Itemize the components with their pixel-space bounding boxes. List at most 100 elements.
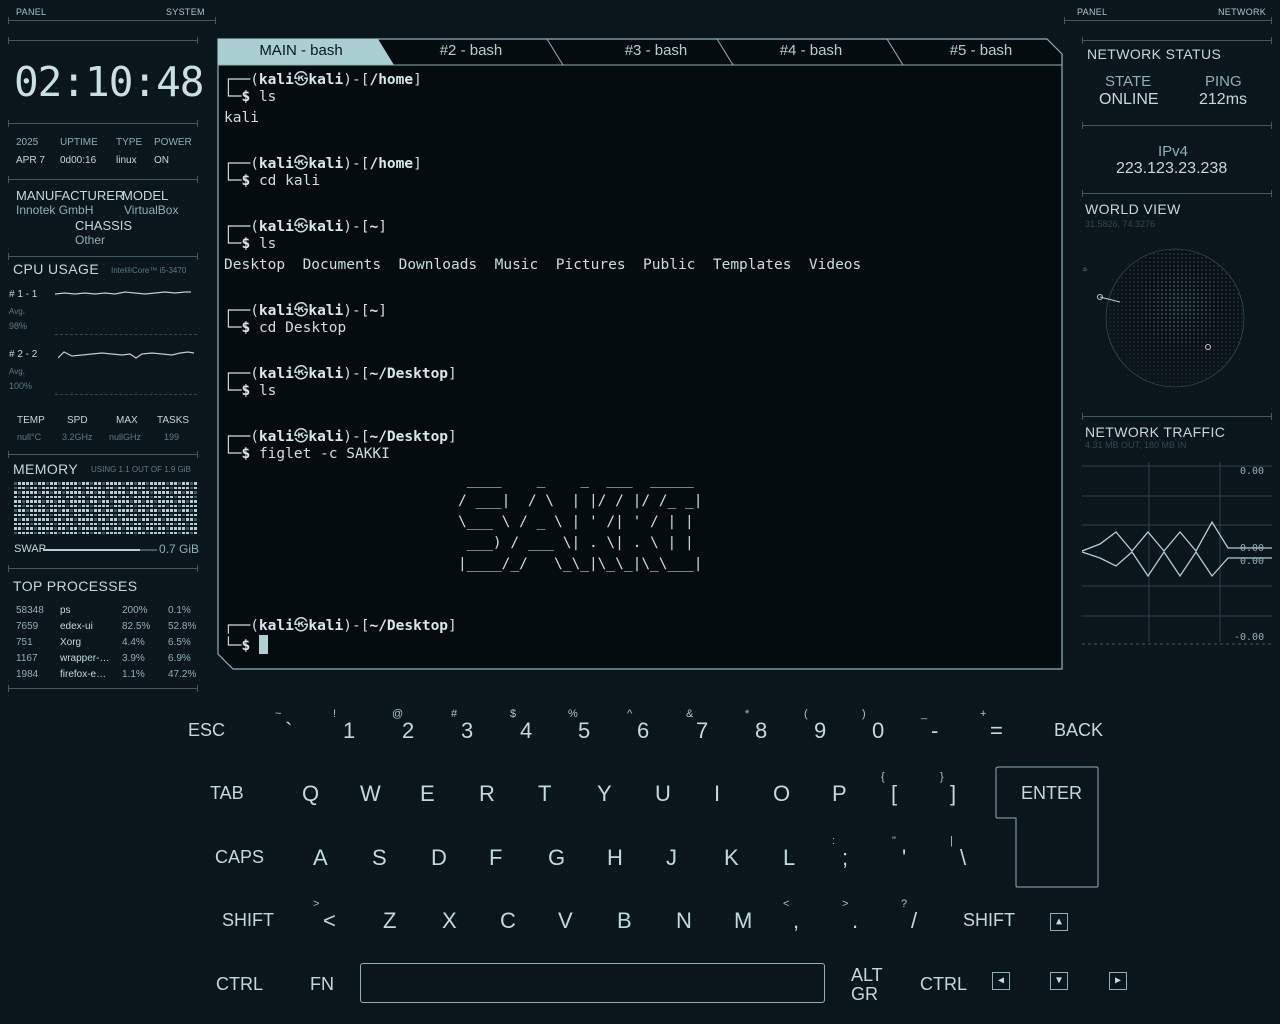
key-arrow-right[interactable]: ▶: [1109, 972, 1127, 990]
key-u[interactable]: U: [655, 781, 671, 807]
key-4[interactable]: $4: [510, 708, 532, 744]
key-backslash[interactable]: | \: [950, 835, 966, 871]
stat-temp: null°C: [17, 432, 42, 442]
key-alt-label: #: [451, 708, 458, 720]
key-caps[interactable]: CAPS: [215, 847, 264, 868]
key-label: 6: [637, 718, 650, 743]
key-m[interactable]: M: [734, 908, 752, 934]
cpu-graph-1: [55, 291, 191, 295]
key-5[interactable]: % 5: [568, 708, 590, 744]
tab-5[interactable]: #5 - bash: [910, 38, 1052, 64]
key-a[interactable]: A: [313, 845, 328, 871]
key-label: SHIFT: [963, 910, 1015, 930]
key-9[interactable]: (9: [804, 708, 826, 744]
divider: [8, 120, 198, 127]
key-ctrl-right[interactable]: CTRL: [920, 974, 967, 995]
key-7[interactable]: & 7: [686, 708, 708, 744]
key-lt[interactable]: > <: [313, 898, 336, 934]
swap-value: 0.7 GiB: [159, 542, 200, 556]
key-ctrl-left[interactable]: CTRL: [216, 974, 263, 995]
key-1[interactable]: ! 1: [333, 708, 355, 744]
key-2[interactable]: @2: [392, 708, 414, 744]
key-z[interactable]: Z: [383, 908, 396, 934]
tab-2[interactable]: #2 - bash: [400, 38, 542, 64]
key-y[interactable]: Y: [597, 781, 612, 807]
hw-label-manufacturer: MANUFACTURER: [16, 188, 125, 203]
process-name: wrapper-…: [60, 653, 110, 664]
info-type: linux: [116, 155, 137, 166]
cpu-avg-value: 100%: [9, 381, 33, 391]
traffic-summary: 4.31 MB OUT, 180 MB IN: [1085, 440, 1187, 450]
key-0[interactable]: ) 0: [862, 708, 884, 744]
key-label: B: [617, 908, 632, 933]
divider: [1064, 17, 1272, 24]
key-r[interactable]: R: [479, 781, 495, 807]
key-d[interactable]: D: [431, 845, 447, 871]
key-backtick[interactable]: ~ `: [275, 708, 292, 744]
key-tab[interactable]: TAB: [210, 783, 244, 804]
key-8[interactable]: * 8: [745, 708, 767, 744]
spacebar[interactable]: [360, 963, 825, 1003]
key-arrow-left[interactable]: ◀: [992, 972, 1010, 990]
key-i[interactable]: I: [714, 781, 720, 807]
key-altgr-2[interactable]: GR: [851, 984, 878, 1005]
key-back[interactable]: BACK: [1054, 720, 1103, 741]
process-mem: 6.5%: [168, 637, 191, 648]
key-n[interactable]: N: [676, 908, 692, 934]
key-p[interactable]: P: [832, 781, 847, 807]
key-x[interactable]: X: [442, 908, 457, 934]
key-equal[interactable]: + =: [980, 708, 1003, 744]
enter-key-outline: [995, 766, 1099, 888]
key-shift-right[interactable]: SHIFT: [963, 910, 1015, 931]
key-fn[interactable]: FN: [310, 974, 334, 995]
key-lbracket[interactable]: {[: [881, 771, 897, 807]
key-t[interactable]: T: [538, 781, 551, 807]
key-v[interactable]: V: [558, 908, 573, 934]
key-arrow-down[interactable]: ▼: [1050, 972, 1068, 990]
key-o[interactable]: O: [773, 781, 790, 807]
cpu-group-label: # 1 - 1: [9, 289, 38, 300]
tab-4[interactable]: #4 - bash: [740, 38, 882, 64]
key-slash[interactable]: ? /: [901, 898, 917, 934]
terminal-frame: [217, 38, 1063, 670]
prompt-user: kali: [258, 156, 294, 172]
key-h[interactable]: H: [607, 845, 623, 871]
key-l[interactable]: L: [783, 845, 795, 871]
key-label: Y: [597, 781, 612, 806]
key-shift-left[interactable]: SHIFT: [222, 910, 274, 931]
key-esc[interactable]: ESC: [188, 720, 225, 741]
key-e[interactable]: E: [420, 781, 435, 807]
key-g[interactable]: G: [548, 845, 565, 871]
tab-3[interactable]: #3 - bash: [585, 38, 727, 64]
prompt-line: ┌──(kali㉿kali)-[/home]: [224, 72, 422, 88]
key-period[interactable]: >.: [842, 898, 858, 934]
key-c[interactable]: C: [500, 908, 516, 934]
key-s[interactable]: S: [372, 845, 387, 871]
key-arrow-up[interactable]: ▲: [1050, 913, 1068, 931]
hw-label-model: MODEL: [122, 188, 169, 203]
key-b[interactable]: B: [617, 908, 632, 934]
key-f[interactable]: F: [489, 845, 502, 871]
key-label: K: [724, 845, 739, 870]
key-semicolon[interactable]: :;: [832, 835, 848, 871]
key-rbracket[interactable]: }]: [940, 771, 956, 807]
key-j[interactable]: J: [666, 845, 677, 871]
key-6[interactable]: ^ 6: [627, 708, 650, 744]
key-q[interactable]: Q: [302, 781, 319, 807]
key-minus[interactable]: _ -: [921, 708, 938, 744]
key-label: G: [548, 845, 566, 870]
command-text: cd Desktop: [258, 320, 347, 336]
stat-label-temp: TEMP: [17, 415, 45, 426]
key-comma[interactable]: <,: [783, 898, 799, 934]
key-3[interactable]: #3: [451, 708, 473, 744]
key-k[interactable]: K: [724, 845, 739, 871]
key-quote[interactable]: " ': [892, 835, 906, 871]
output-line: kali: [224, 110, 259, 126]
key-alt-label: +: [980, 708, 987, 720]
key-label: X: [442, 908, 457, 933]
tab-main[interactable]: MAIN - bash: [230, 38, 372, 64]
command-line: └─$: [224, 635, 268, 654]
key-w[interactable]: W: [360, 781, 381, 807]
world-coords: 31.5826, 74.3276: [1085, 219, 1156, 229]
key-altgr-1[interactable]: ALT: [851, 965, 883, 986]
